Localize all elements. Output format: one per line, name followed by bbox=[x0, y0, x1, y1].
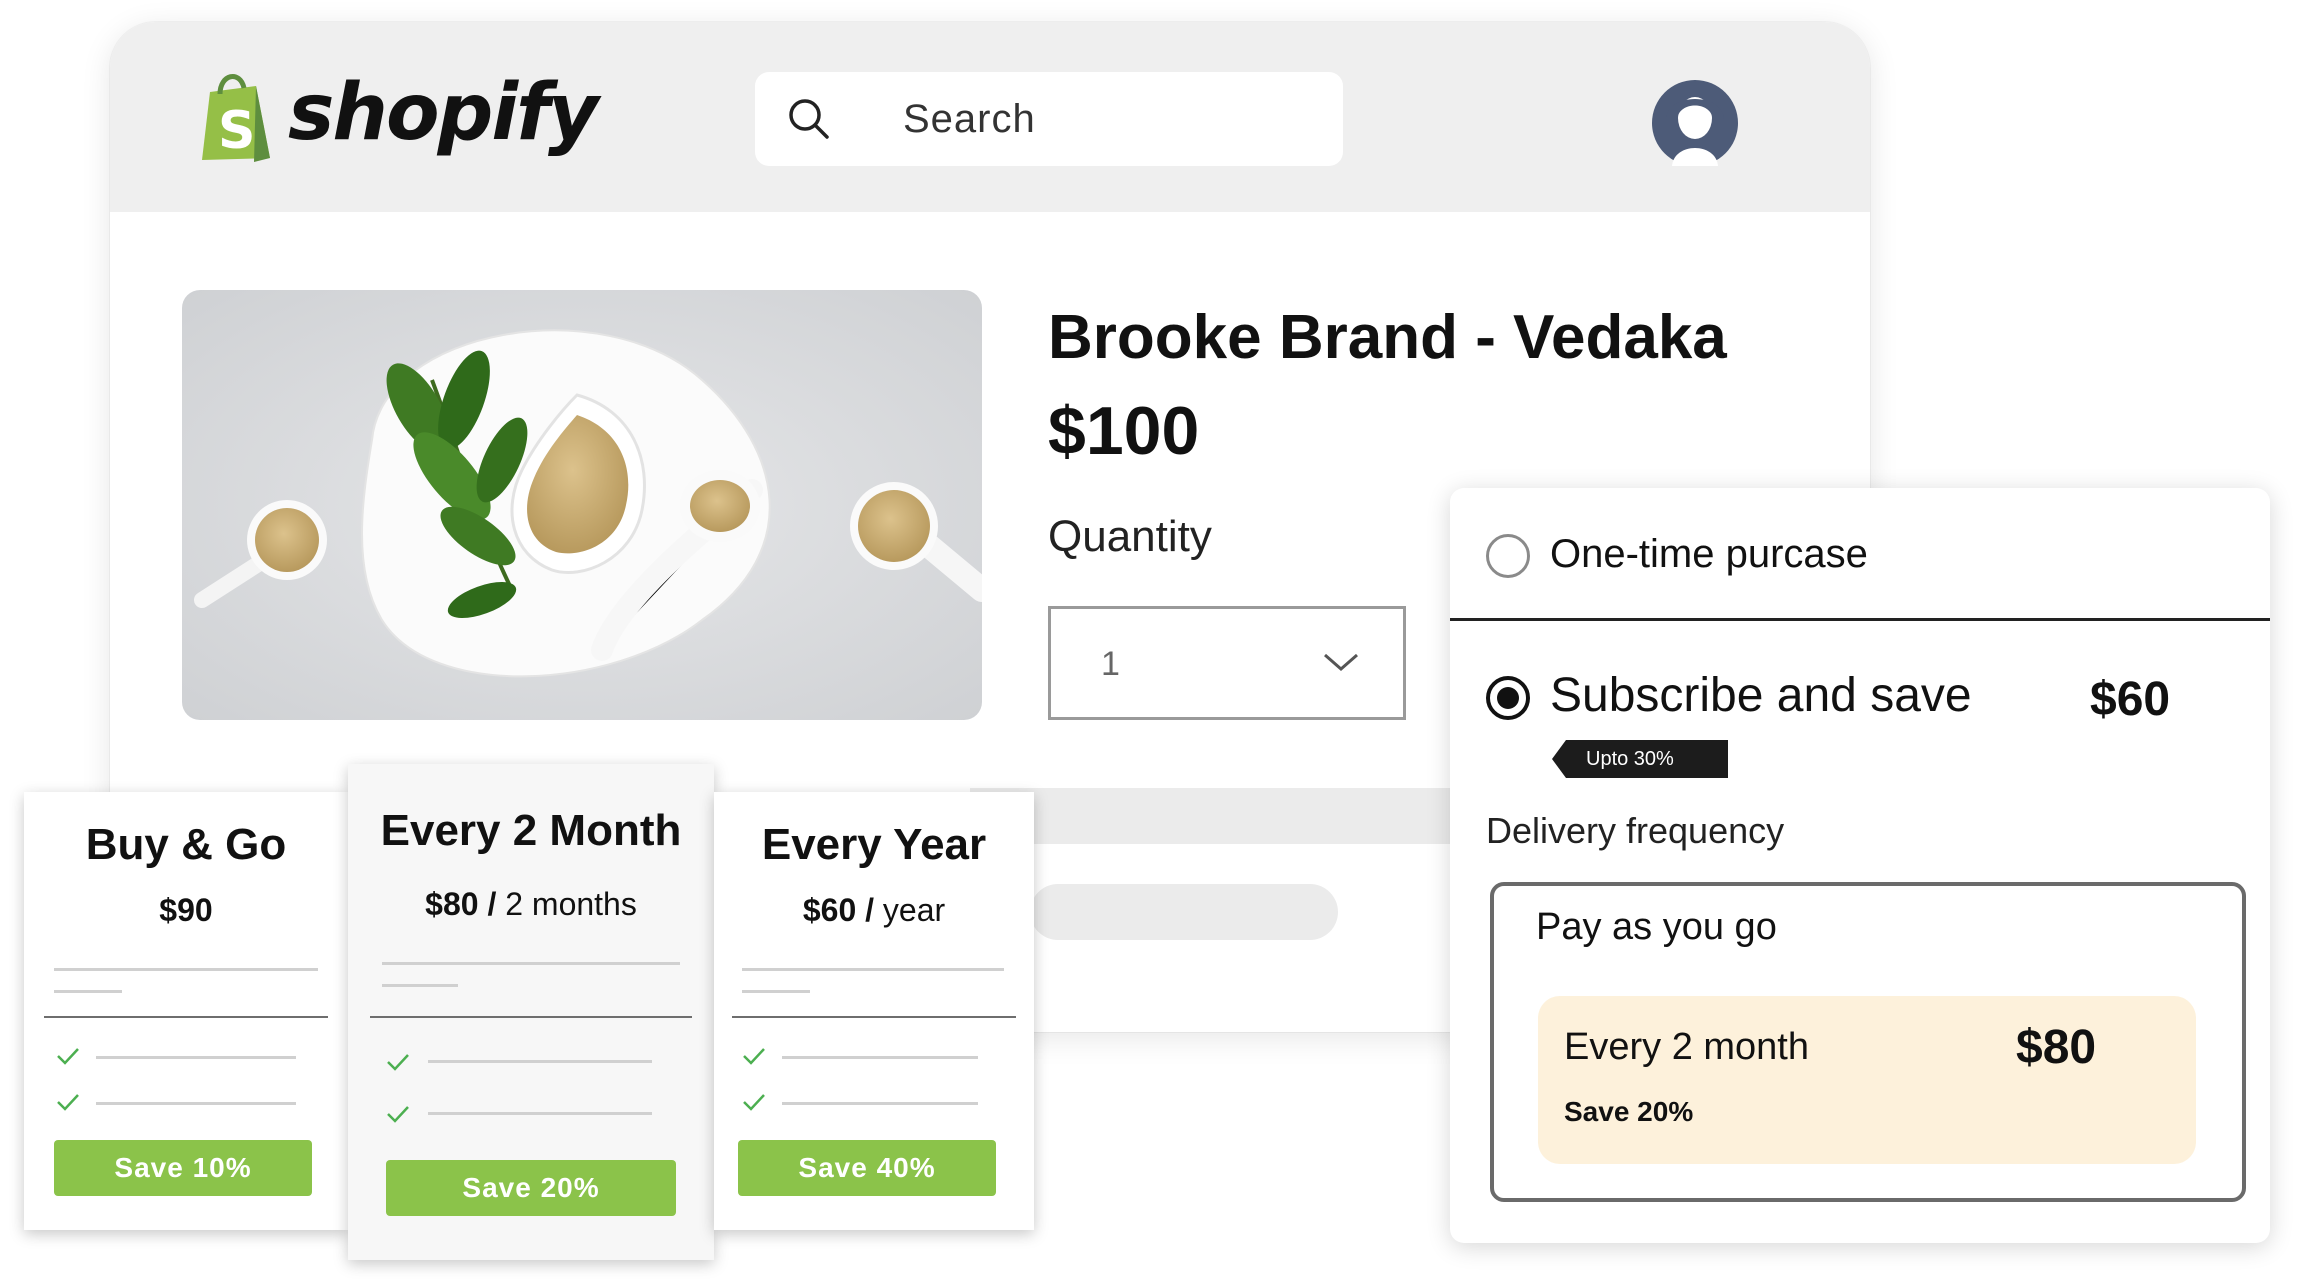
search-bar[interactable]: Search bbox=[755, 72, 1343, 166]
divider bbox=[54, 990, 122, 993]
store-header: S shopify Search bbox=[110, 22, 1870, 212]
divider bbox=[742, 990, 810, 993]
check-icon bbox=[387, 1054, 409, 1071]
divider bbox=[742, 968, 1004, 971]
check-icon bbox=[57, 1094, 79, 1111]
plan-card-every-year[interactable]: Every Year $60 / year Save 40% bbox=[714, 792, 1034, 1230]
chevron-down-icon bbox=[1324, 653, 1358, 671]
frequency-box-title: Pay as you go bbox=[1536, 906, 1777, 948]
subscribe-radio[interactable] bbox=[1486, 676, 1530, 720]
feature-line bbox=[428, 1112, 652, 1115]
divider bbox=[44, 1016, 328, 1018]
plan-price: $80 / 2 months bbox=[425, 886, 637, 922]
plan-card-every-2-month[interactable]: Every 2 Month $80 / 2 months Save 20% bbox=[348, 764, 714, 1260]
plan-price: $90 bbox=[159, 892, 213, 928]
plan-title: Every 2 Month bbox=[380, 806, 682, 855]
plan-title: Buy & Go bbox=[85, 820, 287, 869]
shopify-logo[interactable]: S shopify bbox=[196, 68, 599, 164]
brand-name: shopify bbox=[288, 68, 599, 158]
frequency-option-price: $80 bbox=[2016, 1021, 2097, 1074]
frequency-option-label: Every 2 month bbox=[1564, 1026, 1809, 1068]
check-icon bbox=[743, 1094, 765, 1111]
feature-line bbox=[782, 1056, 978, 1059]
divider bbox=[382, 962, 680, 965]
divider bbox=[370, 1016, 692, 1018]
save-badge[interactable]: Save 40% bbox=[738, 1140, 996, 1196]
plan-card-buy-go[interactable]: Buy & Go $90 Save 10% bbox=[24, 792, 348, 1230]
feature-line bbox=[428, 1060, 652, 1063]
plan-price: $60 / year bbox=[802, 892, 946, 928]
placeholder-pill bbox=[1030, 884, 1338, 940]
discount-tag-text: Upto 30% bbox=[1586, 748, 1674, 770]
subscribe-label[interactable]: Subscribe and save bbox=[1550, 668, 1972, 723]
check-icon bbox=[743, 1048, 765, 1065]
feature-line bbox=[782, 1102, 978, 1105]
purchase-options-panel: One-time purcase Subscribe and save $60 … bbox=[1450, 488, 2270, 1243]
product-title: Brooke Brand - Vedaka bbox=[1048, 303, 1727, 372]
frequency-option-save: Save 20% bbox=[1564, 1096, 1694, 1127]
subscribe-price: $60 bbox=[2090, 673, 2171, 726]
quantity-select[interactable]: 1 bbox=[1048, 606, 1406, 720]
discount-tag: Upto 30% bbox=[1552, 740, 1728, 778]
divider bbox=[54, 968, 318, 971]
feature-line bbox=[96, 1056, 296, 1059]
quantity-label: Quantity bbox=[1048, 512, 1212, 561]
check-icon bbox=[387, 1106, 409, 1123]
search-icon bbox=[789, 99, 829, 139]
one-time-radio[interactable] bbox=[1486, 534, 1530, 578]
check-icon bbox=[57, 1048, 79, 1065]
svg-text:S: S bbox=[218, 101, 255, 161]
save-badge[interactable]: Save 20% bbox=[386, 1160, 676, 1216]
divider bbox=[382, 984, 458, 987]
divider bbox=[1450, 618, 2270, 621]
frequency-selector[interactable]: Pay as you go Every 2 month $80 Save 20% bbox=[1490, 882, 2246, 1202]
one-time-label[interactable]: One-time purcase bbox=[1550, 532, 1868, 577]
plan-title: Every Year bbox=[761, 820, 987, 869]
shopify-bag-icon: S bbox=[202, 74, 270, 162]
feature-line bbox=[96, 1102, 296, 1105]
user-avatar-icon[interactable] bbox=[1652, 80, 1738, 166]
quantity-value: 1 bbox=[1101, 645, 1120, 683]
divider bbox=[732, 1016, 1016, 1018]
search-input[interactable]: Search bbox=[903, 97, 1036, 142]
product-image bbox=[182, 290, 982, 720]
delivery-frequency-label: Delivery frequency bbox=[1486, 810, 1785, 851]
save-badge[interactable]: Save 10% bbox=[54, 1140, 312, 1196]
product-price: $100 bbox=[1048, 393, 1200, 469]
frequency-option[interactable]: Every 2 month $80 Save 20% bbox=[1538, 996, 2196, 1164]
